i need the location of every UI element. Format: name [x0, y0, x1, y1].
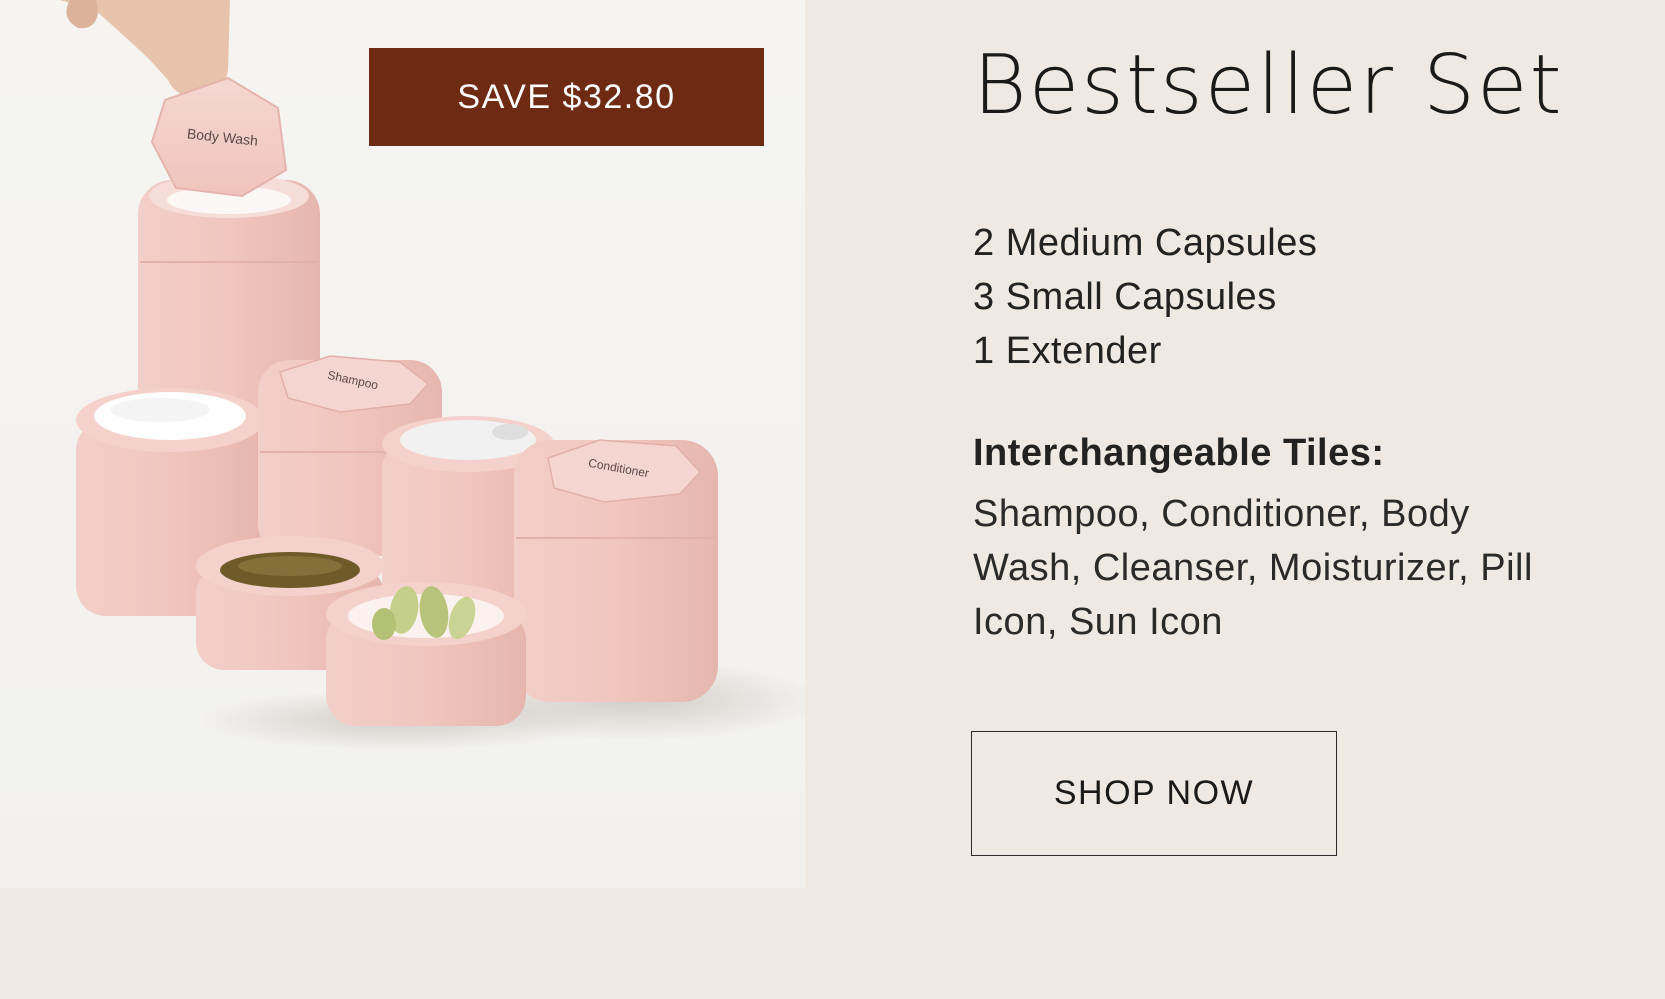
- promo-card: Body Wash Shampoo Conditioner SAVE $32.8…: [0, 0, 1665, 999]
- save-badge: SAVE $32.80: [369, 48, 764, 146]
- list-item: 1 Extender: [973, 330, 1162, 372]
- set-contents-list: 2 Medium Capsules 3 Small Capsules 1 Ext…: [973, 216, 1317, 378]
- shop-now-label: SHOP NOW: [1053, 774, 1255, 812]
- shop-now-button[interactable]: SHOP NOW: [971, 731, 1337, 856]
- tiles-list: Shampoo, Conditioner, Body Wash, Cleanse…: [973, 493, 1533, 643]
- product-image: Body Wash Shampoo Conditioner SAVE $32.8…: [0, 0, 805, 888]
- product-info: Bestseller Set 2 Medium Capsules 3 Small…: [805, 0, 1665, 888]
- list-item: 2 Medium Capsules: [973, 222, 1318, 264]
- tiles-heading: Interchangeable Tiles:: [973, 432, 1385, 474]
- product-title: Bestseller Set: [973, 38, 1564, 133]
- save-badge-text: SAVE $32.80: [457, 77, 676, 116]
- list-item: 3 Small Capsules: [973, 276, 1277, 318]
